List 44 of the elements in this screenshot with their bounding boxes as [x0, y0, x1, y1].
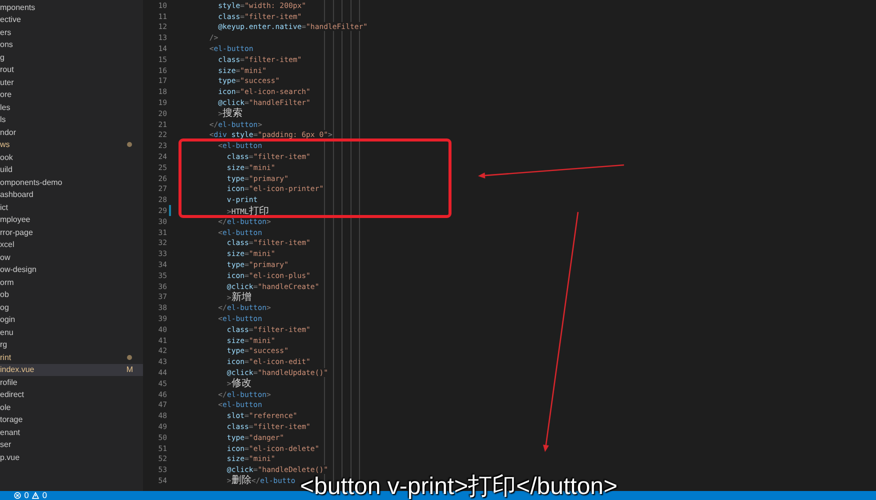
file-tree-item[interactable]: rofile — [0, 376, 143, 388]
file-tree-item[interactable]: rror-page — [0, 226, 143, 238]
warning-icon — [32, 492, 40, 499]
file-tree-item[interactable]: ective — [0, 14, 143, 26]
file-tree-item[interactable]: ore — [0, 88, 143, 101]
warning-count[interactable]: 0 — [42, 491, 48, 500]
file-tree-item[interactable]: ls — [0, 114, 143, 126]
file-tree-item[interactable]: ser — [0, 438, 143, 451]
file-tree-item[interactable]: uild — [0, 164, 143, 176]
file-tree-item[interactable]: ow — [0, 251, 143, 264]
file-tree-item[interactable]: g — [0, 51, 143, 64]
file-tree-item[interactable]: ons — [0, 38, 143, 51]
file-tree-item[interactable]: ole — [0, 401, 143, 414]
file-tree-item[interactable]: uter — [0, 76, 143, 88]
file-tree-item[interactable]: enant — [0, 426, 143, 438]
file-tree-item[interactable]: ook — [0, 151, 143, 164]
file-tree-item[interactable]: ogin — [0, 314, 143, 326]
file-tree-item[interactable]: ws — [0, 138, 143, 151]
file-tree-item[interactable]: ict — [0, 201, 143, 214]
file-tree-item[interactable]: ob — [0, 288, 143, 301]
error-icon — [14, 492, 21, 499]
file-tree-item[interactable]: ndor — [0, 126, 143, 138]
file-tree-item[interactable]: index.vue M — [0, 364, 143, 376]
file-tree-item[interactable]: edirect — [0, 388, 143, 401]
modified-dot — [127, 354, 132, 360]
file-tree-item[interactable]: ashboard — [0, 188, 143, 201]
file-tree-item[interactable]: mployee — [0, 214, 143, 226]
file-tree-item[interactable]: omponents-demo — [0, 176, 143, 188]
file-tree-item[interactable]: rout — [0, 64, 143, 76]
git-status-label: M — [126, 365, 133, 374]
error-count[interactable]: 0 — [24, 491, 30, 500]
file-tree-item[interactable]: og — [0, 301, 143, 314]
file-tree-item[interactable]: orm — [0, 276, 143, 288]
file-tree-item[interactable]: torage — [0, 414, 143, 426]
file-tree-item[interactable]: les — [0, 101, 143, 114]
file-tree-item[interactable]: ers — [0, 26, 143, 38]
file-tree-item[interactable]: xcel — [0, 238, 143, 251]
file-tree-item[interactable]: rg — [0, 338, 143, 351]
modified-dot — [127, 142, 132, 148]
file-tree-item[interactable]: ow-design — [0, 264, 143, 276]
file-tree-item[interactable]: enu — [0, 326, 143, 338]
file-tree-item[interactable]: mponents — [0, 1, 143, 14]
file-tree-item[interactable]: rint — [0, 351, 143, 364]
file-tree-item[interactable]: p.vue — [0, 451, 143, 464]
